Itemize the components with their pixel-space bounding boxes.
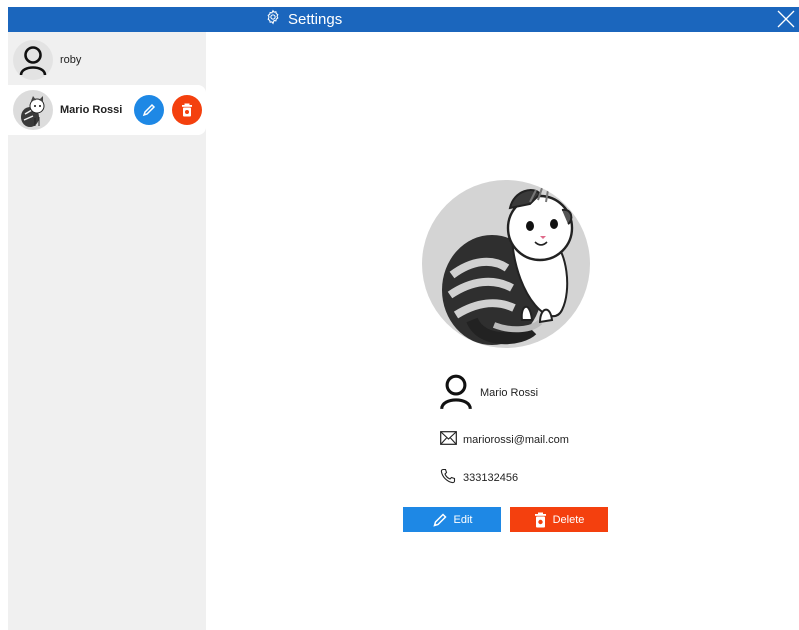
user-name: roby	[60, 54, 82, 66]
mail-icon	[440, 431, 457, 448]
profile-avatar	[422, 180, 590, 348]
edit-button-label: Edit	[453, 513, 473, 526]
person-outline-icon	[13, 40, 53, 80]
user-item-mario-rossi[interactable]: Mario Rossi	[8, 85, 206, 135]
delete-button-label: Delete	[552, 513, 585, 526]
title-group: Settings	[265, 9, 343, 30]
cat-avatar	[13, 90, 53, 130]
close-button[interactable]	[775, 8, 797, 30]
profile-email-row: mariorossi@mail.com	[440, 431, 569, 448]
title-bar: Settings	[8, 7, 799, 32]
pencil-icon	[432, 512, 447, 527]
gear-icon	[265, 9, 281, 30]
trash-icon	[182, 103, 192, 117]
window-title: Settings	[288, 11, 343, 28]
user-item-roby[interactable]: roby	[8, 35, 206, 85]
profile-phone-row: 333132456	[440, 468, 518, 487]
pencil-icon	[142, 103, 156, 117]
close-icon	[777, 10, 795, 28]
user-list: roby Mario Rossi	[8, 32, 206, 630]
delete-button[interactable]: Delete	[510, 507, 608, 532]
profile-name: Mario Rossi	[480, 386, 539, 399]
delete-user-button[interactable]	[172, 95, 202, 125]
phone-icon	[440, 468, 456, 487]
edit-user-button[interactable]	[134, 95, 164, 125]
edit-button[interactable]: Edit	[403, 507, 501, 532]
person-icon	[438, 372, 474, 413]
profile-phone: 333132456	[463, 471, 519, 484]
trash-icon	[534, 512, 546, 527]
profile-email: mariorossi@mail.com	[463, 433, 569, 446]
user-name: Mario Rossi	[60, 104, 123, 116]
profile-name-row: Mario Rossi	[438, 372, 538, 413]
